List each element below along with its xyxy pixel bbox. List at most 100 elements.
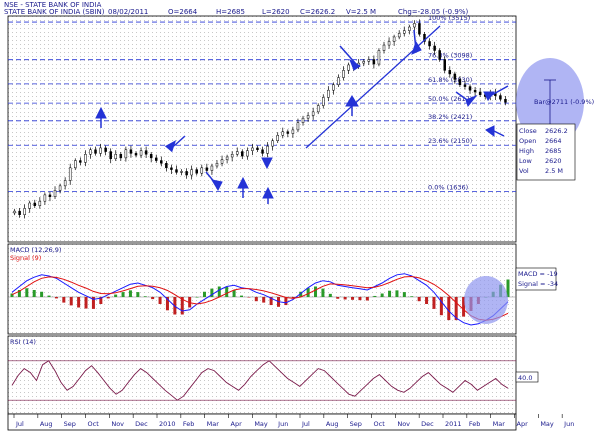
candle-body[interactable] xyxy=(296,122,300,131)
candle-body[interactable] xyxy=(180,171,183,173)
macd-histogram-bar xyxy=(40,291,44,297)
candle-body[interactable] xyxy=(367,59,371,62)
candle-body[interactable] xyxy=(448,70,452,75)
candle-body[interactable] xyxy=(276,135,279,141)
candle-body[interactable] xyxy=(84,154,87,163)
candle-body[interactable] xyxy=(433,45,436,51)
candle-body[interactable] xyxy=(149,154,153,159)
candle-body[interactable] xyxy=(144,150,148,155)
candle-body[interactable] xyxy=(261,149,264,154)
candle-body[interactable] xyxy=(210,165,214,171)
candle-body[interactable] xyxy=(205,167,209,171)
candle-body[interactable] xyxy=(291,129,295,134)
candle-body[interactable] xyxy=(129,149,133,154)
candle-body[interactable] xyxy=(63,180,67,187)
candle-body[interactable] xyxy=(418,23,421,35)
candle-body[interactable] xyxy=(327,89,330,98)
candle-body[interactable] xyxy=(438,50,441,60)
candle-body[interactable] xyxy=(408,26,411,31)
candle-body[interactable] xyxy=(79,160,82,163)
candle-body[interactable] xyxy=(251,147,254,151)
candle-body[interactable] xyxy=(53,190,57,197)
candle-body[interactable] xyxy=(165,163,168,169)
candle-body[interactable] xyxy=(109,151,112,160)
candle-body[interactable] xyxy=(38,200,42,206)
macd-histogram-bar xyxy=(32,290,36,297)
candle-body[interactable] xyxy=(362,61,366,64)
candle-body[interactable] xyxy=(200,167,204,174)
rsi-panel[interactable] xyxy=(8,336,516,414)
macd-histogram-bar xyxy=(306,287,310,297)
candle-body[interactable] xyxy=(220,159,224,164)
candle-body[interactable] xyxy=(347,64,350,71)
candle-body[interactable] xyxy=(230,154,234,158)
candle-body[interactable] xyxy=(322,97,325,106)
candle-body[interactable] xyxy=(235,151,239,155)
candle-body[interactable] xyxy=(392,36,396,42)
candle-body[interactable] xyxy=(473,89,477,93)
candle-body[interactable] xyxy=(337,77,340,86)
candle-body[interactable] xyxy=(48,194,52,197)
candle-body[interactable] xyxy=(372,59,376,65)
candle-body[interactable] xyxy=(94,149,97,154)
candle-body[interactable] xyxy=(397,33,401,38)
candle-body[interactable] xyxy=(458,79,462,86)
candle-body[interactable] xyxy=(215,163,219,167)
candle-body[interactable] xyxy=(306,115,310,119)
candle-body[interactable] xyxy=(124,149,128,159)
candle-body[interactable] xyxy=(428,41,431,47)
candle-body[interactable] xyxy=(99,147,102,154)
candle-body[interactable] xyxy=(387,41,391,46)
candle-body[interactable] xyxy=(377,50,381,65)
x-tick-label: Dec xyxy=(421,420,434,428)
candle-body[interactable] xyxy=(301,117,305,123)
candle-body[interactable] xyxy=(119,154,123,159)
candle-body[interactable] xyxy=(499,95,502,100)
x-tick-label: Jul xyxy=(15,420,24,428)
candle-body[interactable] xyxy=(402,30,406,34)
candle-body[interactable] xyxy=(271,140,274,147)
candle-body[interactable] xyxy=(89,149,92,155)
candle-body[interactable] xyxy=(316,105,320,113)
macd-histogram-bar xyxy=(217,286,221,297)
candle-body[interactable] xyxy=(195,169,198,174)
candle-body[interactable] xyxy=(281,131,285,136)
candle-body[interactable] xyxy=(286,131,290,134)
candle-body[interactable] xyxy=(256,147,259,151)
candle-body[interactable] xyxy=(266,145,269,154)
candle-body[interactable] xyxy=(23,208,26,215)
candle-body[interactable] xyxy=(468,86,472,91)
candle-body[interactable] xyxy=(443,59,446,71)
candle-body[interactable] xyxy=(190,169,193,176)
candle-body[interactable] xyxy=(43,194,47,202)
candle-body[interactable] xyxy=(154,157,158,161)
candle-body[interactable] xyxy=(114,154,118,160)
candle-body[interactable] xyxy=(33,202,37,206)
x-tick-label: Sep xyxy=(350,420,362,428)
candle-body[interactable] xyxy=(332,84,335,91)
candle-body[interactable] xyxy=(170,167,173,170)
candle-body[interactable] xyxy=(504,98,507,103)
candle-body[interactable] xyxy=(139,150,143,156)
candle-body[interactable] xyxy=(160,160,163,164)
candle-body[interactable] xyxy=(58,185,62,191)
candle-body[interactable] xyxy=(311,111,315,116)
candle-body[interactable] xyxy=(28,202,31,209)
candle-body[interactable] xyxy=(382,44,386,51)
candle-body[interactable] xyxy=(246,150,249,157)
candle-body[interactable] xyxy=(478,91,482,95)
candle-body[interactable] xyxy=(225,156,229,160)
candle-body[interactable] xyxy=(453,73,457,80)
candle-body[interactable] xyxy=(413,23,416,28)
candle-body[interactable] xyxy=(104,147,107,152)
candle-body[interactable] xyxy=(18,210,21,215)
candle-body[interactable] xyxy=(463,84,467,87)
candle-body[interactable] xyxy=(342,70,345,78)
candle-body[interactable] xyxy=(68,167,72,181)
candle-body[interactable] xyxy=(134,153,138,156)
candle-body[interactable] xyxy=(241,151,244,157)
candle-body[interactable] xyxy=(74,160,77,169)
candle-body[interactable] xyxy=(13,210,16,214)
candle-body[interactable] xyxy=(185,171,188,176)
candle-body[interactable] xyxy=(175,169,178,173)
